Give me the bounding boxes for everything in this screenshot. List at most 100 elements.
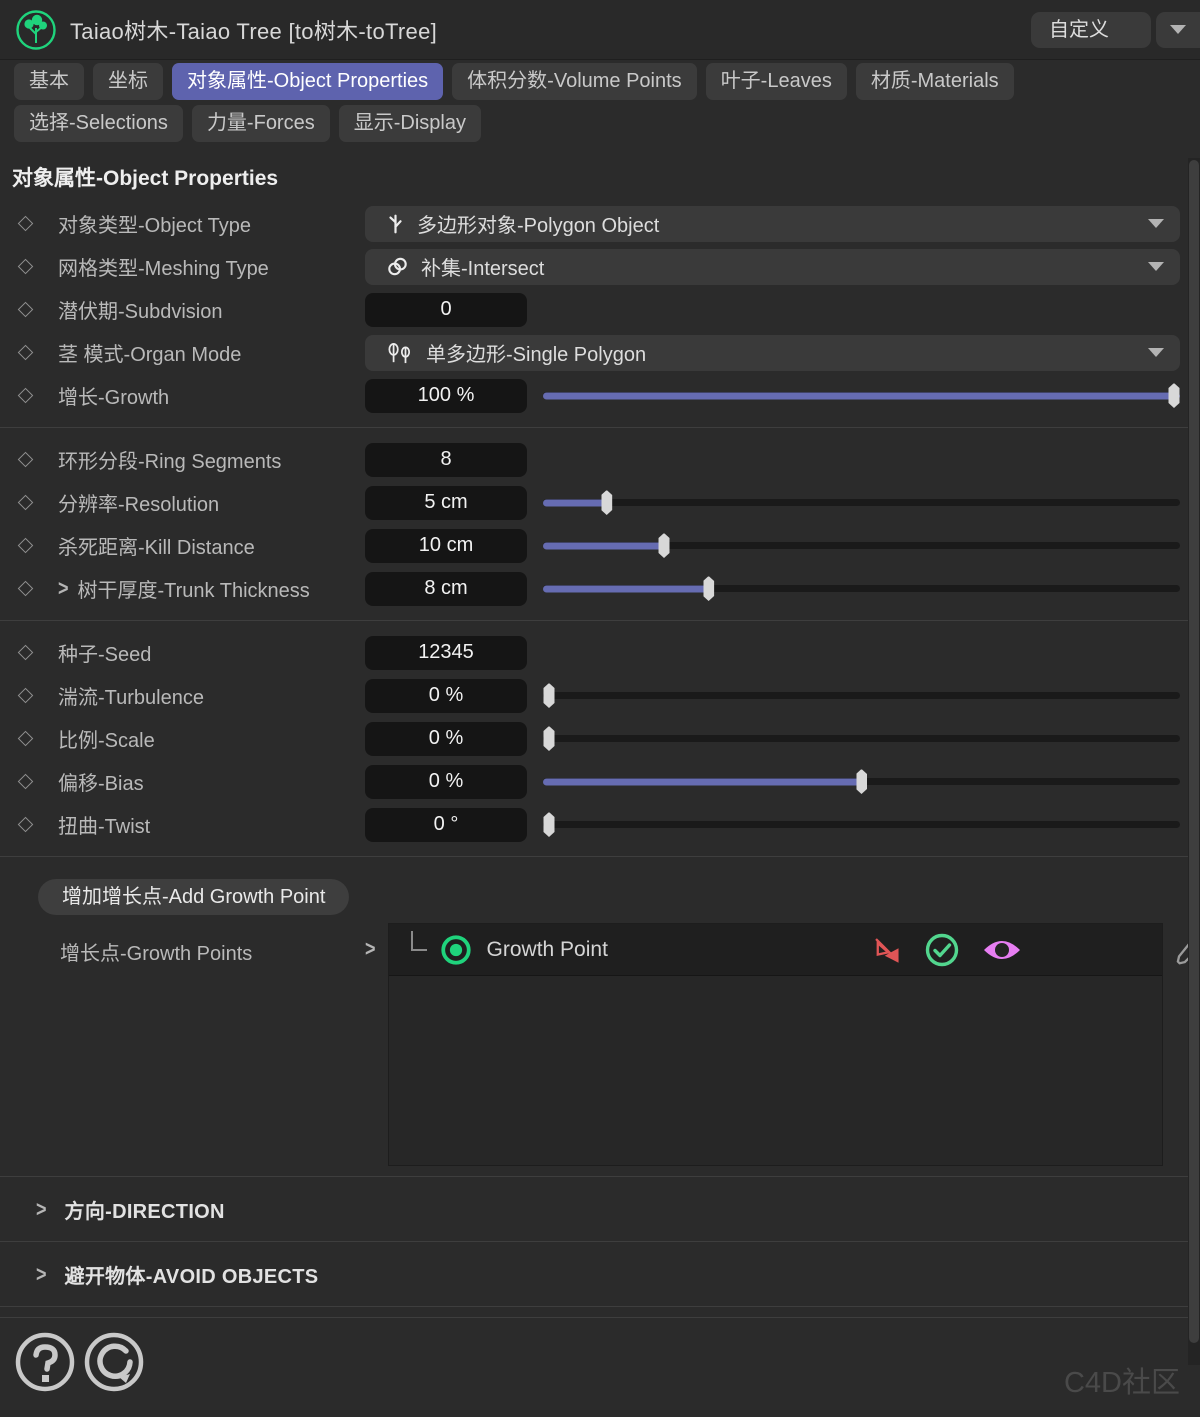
tree-logo-icon <box>14 8 58 52</box>
caret-shape <box>1148 219 1164 228</box>
tab-display[interactable]: 显示-Display <box>339 105 481 142</box>
slider-twist[interactable] <box>543 812 1180 838</box>
tab-coordinates[interactable]: 坐标 <box>93 63 163 100</box>
title-bar: Taiao树木-Taiao Tree [to树木-toTree] 自定义 <box>0 0 1200 60</box>
divider <box>0 427 1200 428</box>
value-input-turbulence[interactable]: 0 % <box>365 679 527 713</box>
value-input-twist[interactable]: 0 ° <box>365 808 527 842</box>
slider-handle[interactable] <box>703 576 714 601</box>
enabled-check-icon[interactable] <box>924 932 960 968</box>
dropdown-organ-mode[interactable]: 单多边形-Single Polygon <box>365 335 1180 371</box>
value-input-kill-distance[interactable]: 10 cm <box>365 529 527 563</box>
param-label-area: 增长-Growth <box>20 381 365 410</box>
tab-forces[interactable]: 力量-Forces <box>192 105 330 142</box>
param-label-area: >树干厚度-Trunk Thickness <box>20 574 365 603</box>
param-row-kill-distance: 杀死距离-Kill Distance 10 cm <box>0 524 1200 567</box>
dropdown-meshing-type[interactable]: 补集-Intersect <box>365 249 1180 285</box>
tab-leaves[interactable]: 叶子-Leaves <box>706 63 847 100</box>
scrollbar-thumb[interactable] <box>1189 160 1199 1343</box>
slider-scale[interactable] <box>543 726 1180 752</box>
watermark: C4D社区 <box>1064 1359 1180 1401</box>
value-input-subdivision[interactable]: 0 <box>365 293 527 327</box>
param-label-area: 分辨率-Resolution <box>20 488 365 517</box>
param-label-area: 网格类型-Meshing Type <box>20 252 365 281</box>
slider-growth[interactable] <box>543 383 1180 409</box>
branch-icon <box>387 213 404 235</box>
param-row-bias: 偏移-Bias 0 % <box>0 760 1200 803</box>
expand-chevron-icon[interactable]: > <box>58 575 69 601</box>
caret-shape <box>1148 348 1164 357</box>
param-label-area: 种子-Seed <box>20 638 365 667</box>
slider-bias[interactable] <box>543 769 1180 795</box>
param-row-seed: 种子-Seed12345 <box>0 631 1200 674</box>
value-input-growth[interactable]: 100 % <box>365 379 527 413</box>
slider-fill <box>543 499 607 506</box>
help-circle-icon[interactable] <box>13 1330 77 1394</box>
divider <box>0 620 1200 621</box>
value-input-trunk-thickness[interactable]: 8 cm <box>365 572 527 606</box>
collapse-header-avoid-objects[interactable]: >避开物体-AVOID OBJECTS <box>0 1252 1200 1296</box>
param-label: 杀死距离-Kill Distance <box>58 531 255 560</box>
scrollbar[interactable] <box>1188 158 1200 1365</box>
no-transform-icon[interactable] <box>872 935 902 965</box>
expand-chevron-icon: > <box>36 1261 47 1287</box>
tab-volume-points[interactable]: 体积分数-Volume Points <box>452 63 697 100</box>
diamond-bullet-icon <box>18 345 34 361</box>
param-label: 偏移-Bias <box>58 767 144 796</box>
value-input-bias[interactable]: 0 % <box>365 765 527 799</box>
slider-handle[interactable] <box>601 490 612 515</box>
slider-handle[interactable] <box>544 726 555 751</box>
expand-chevron-icon[interactable]: > <box>365 919 376 963</box>
slider-kill-distance[interactable] <box>543 533 1180 559</box>
slider-handle[interactable] <box>856 769 867 794</box>
growth-points-label: 增长点-Growth Points <box>60 937 252 966</box>
reset-circle-icon[interactable] <box>82 1330 146 1394</box>
growth-points-list-panel[interactable]: Growth Point <box>388 923 1163 1166</box>
dropdown-object-type[interactable]: 多边形对象-Polygon Object <box>365 206 1180 242</box>
value-input-scale[interactable]: 0 % <box>365 722 527 756</box>
param-label: 增长-Growth <box>58 381 169 410</box>
slider-handle[interactable] <box>1169 383 1180 408</box>
tab-materials[interactable]: 材质-Materials <box>856 63 1014 100</box>
value-input-seed[interactable]: 12345 <box>365 636 527 670</box>
tab-object-properties[interactable]: 对象属性-Object Properties <box>172 63 443 100</box>
visibility-eye-icon[interactable] <box>982 935 1022 965</box>
preset-dropdown-button[interactable] <box>1156 12 1200 48</box>
slider-handle[interactable] <box>544 812 555 837</box>
slider-handle[interactable] <box>544 683 555 708</box>
diamond-bullet-icon <box>18 495 34 511</box>
tab-selections[interactable]: 选择-Selections <box>14 105 183 142</box>
slider-resolution[interactable] <box>543 490 1180 516</box>
param-label: 茎 模式-Organ Mode <box>58 338 241 367</box>
param-label: 网格类型-Meshing Type <box>58 252 269 281</box>
value-input-resolution[interactable]: 5 cm <box>365 486 527 520</box>
diamond-bullet-icon <box>18 731 34 747</box>
slider-trunk-thickness[interactable] <box>543 576 1180 602</box>
param-label-area: 潜伏期-Subdvision <box>20 295 365 324</box>
collapsed-sections: >方向-DIRECTION >避开物体-AVOID OBJECTS <box>0 1187 1200 1318</box>
add-growth-point-button[interactable]: 增加增长点-Add Growth Point <box>38 879 349 915</box>
param-label: 潜伏期-Subdvision <box>58 295 223 324</box>
diamond-bullet-icon <box>18 388 34 404</box>
param-row-resolution: 分辨率-Resolution5 cm <box>0 481 1200 524</box>
tab-basic[interactable]: 基本 <box>14 63 84 100</box>
slider-handle[interactable] <box>659 533 670 558</box>
preset-combo[interactable]: 自定义 <box>1031 12 1200 48</box>
slider-turbulence[interactable] <box>543 683 1180 709</box>
chevron-down-icon <box>1148 348 1164 357</box>
param-controls: 12345 <box>365 636 1180 670</box>
growth-point-list-item[interactable]: Growth Point <box>389 924 1162 976</box>
window-title: Taiao树木-Taiao Tree [to树木-toTree] <box>70 14 437 46</box>
param-label-area: 偏移-Bias <box>20 767 365 796</box>
value-input-ring-segments[interactable]: 8 <box>365 443 527 477</box>
param-controls: 补集-Intersect <box>365 249 1180 285</box>
growth-point-name: Growth Point <box>487 938 608 962</box>
chevron-down-icon <box>1170 25 1186 34</box>
slider-track <box>543 821 1180 828</box>
preset-value[interactable]: 自定义 <box>1031 12 1151 48</box>
diamond-bullet-icon <box>18 259 34 275</box>
growth-point-toggles <box>872 932 1022 968</box>
param-row-scale: 比例-Scale0 % <box>0 717 1200 760</box>
collapse-header-direction[interactable]: >方向-DIRECTION <box>0 1187 1200 1231</box>
diamond-bullet-icon <box>18 538 34 554</box>
